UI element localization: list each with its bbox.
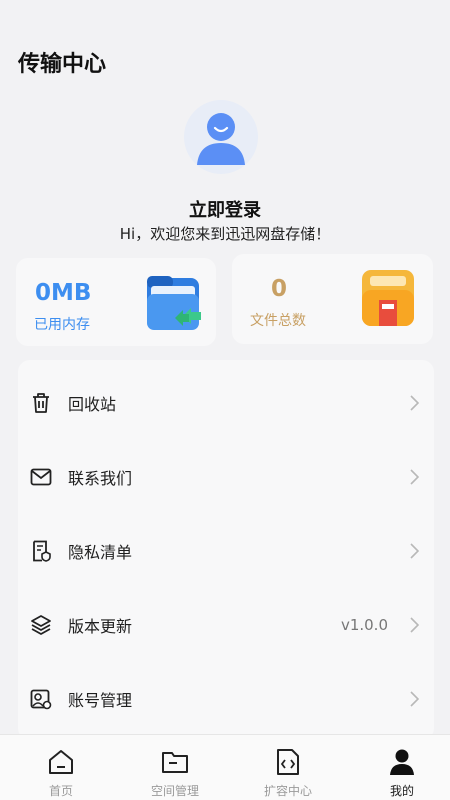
mail-icon (30, 466, 52, 488)
trash-icon (30, 392, 52, 414)
page-title: 传输中心 (18, 52, 107, 77)
tab-label: 空间管理 (150, 784, 199, 798)
privacy-document-icon (30, 540, 52, 562)
chevron-right-icon (410, 543, 420, 559)
tab-expansion-center[interactable]: 扩容中心 (232, 735, 344, 800)
chevron-right-icon (410, 617, 420, 633)
folder-transfer-icon (147, 276, 201, 330)
tab-label: 扩容中心 (263, 784, 312, 798)
code-file-icon (273, 747, 303, 777)
account-settings-icon (30, 688, 52, 710)
menu-item-label: 回收站 (68, 395, 117, 414)
welcome-text: Hi，欢迎您来到迅迅网盘存储！ (119, 225, 331, 243)
tab-space-management[interactable]: 空间管理 (119, 735, 231, 800)
tab-mine[interactable]: 我的 (346, 735, 450, 800)
used-storage-label: 已用内存 (34, 317, 90, 333)
login-link[interactable]: 立即登录 (0, 196, 450, 222)
tab-home[interactable]: 首页 (5, 735, 117, 800)
version-value: v1.0.0 (340, 616, 388, 634)
home-icon (46, 747, 76, 777)
menu-item-privacy-list[interactable]: 隐私清单 (18, 514, 434, 588)
menu-item-label: 隐私清单 (68, 543, 133, 562)
file-cabinet-icon (362, 270, 414, 326)
avatar[interactable] (184, 100, 258, 174)
tab-label: 首页 (48, 784, 73, 798)
folder-icon (160, 747, 190, 777)
chevron-right-icon (410, 691, 420, 707)
menu-item-contact-us[interactable]: 联系我们 (18, 440, 434, 514)
used-storage-value: 0MB (35, 280, 92, 306)
file-count-label: 文件总数 (250, 313, 306, 329)
user-icon (387, 747, 417, 777)
used-storage-card[interactable]: 0MB 已用内存 (16, 258, 216, 346)
chevron-right-icon (410, 395, 420, 411)
file-count-card[interactable]: 0 文件总数 (232, 254, 433, 344)
menu-item-label: 版本更新 (68, 617, 133, 636)
user-avatar-icon (197, 113, 245, 165)
menu-item-label: 联系我们 (68, 469, 133, 488)
menu-item-label: 账号管理 (68, 691, 133, 710)
layers-icon (30, 614, 52, 636)
settings-menu: 回收站 联系我们 隐私清单 版本更新 v1.0.0 账号管理 (18, 360, 434, 740)
file-count-value: 0 (271, 276, 288, 302)
menu-item-recycle-bin[interactable]: 回收站 (18, 366, 434, 440)
bottom-tab-bar: 首页 空间管理 扩容中心 我的 (0, 734, 450, 800)
chevron-right-icon (410, 469, 420, 485)
menu-item-account-management[interactable]: 账号管理 (18, 662, 434, 736)
menu-item-version-update[interactable]: 版本更新 v1.0.0 (18, 588, 434, 662)
tab-label: 我的 (389, 784, 414, 798)
